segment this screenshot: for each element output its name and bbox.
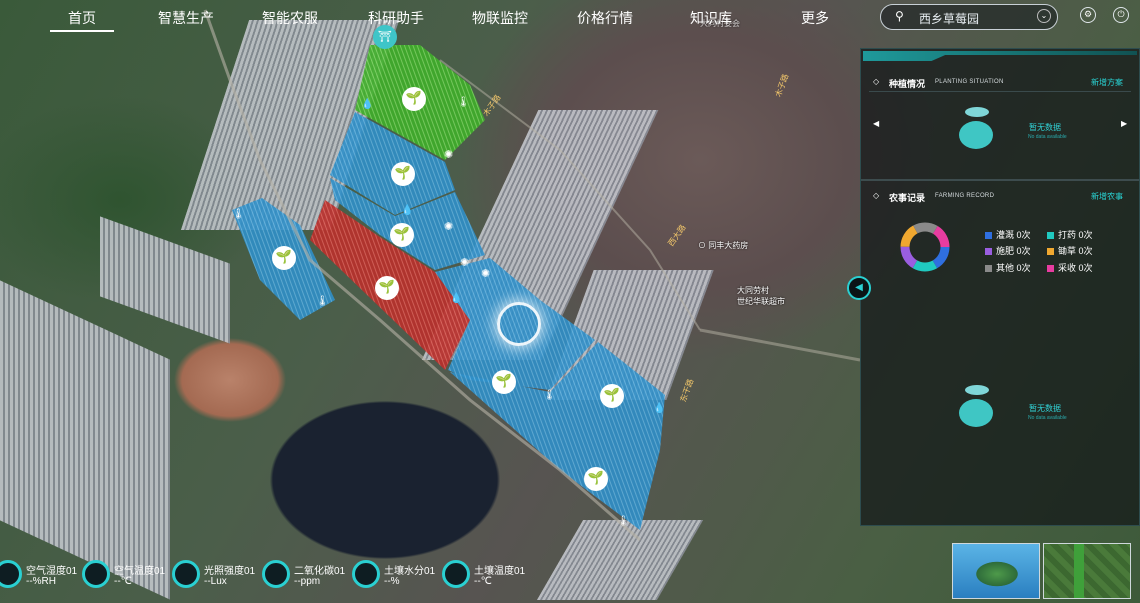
farming-title: 农事记录	[889, 193, 926, 203]
thermometer-icon[interactable]: 🌡	[232, 209, 245, 220]
panel-collapse-button[interactable]: ◀	[847, 276, 871, 300]
sensor-name: 光照强度01	[204, 566, 256, 577]
thermometer-icon[interactable]: 🌡	[316, 296, 329, 307]
nav-iot-monitoring[interactable]: 物联监控	[472, 8, 528, 28]
location-pin-icon: ⚲	[895, 9, 904, 23]
prev-arrow-icon[interactable]: ◀	[873, 119, 879, 128]
water-drop-icon[interactable]: 💧	[653, 403, 665, 414]
sensor-name: 空气湿度01	[26, 566, 78, 577]
nav-home[interactable]: 首页	[50, 8, 114, 32]
sensor-co2[interactable]: 二氧化碳01 --ppm	[262, 558, 352, 598]
plant-marker[interactable]: 🌱	[375, 276, 399, 300]
poi-village-label[interactable]: 大同劳村	[737, 285, 769, 296]
legend-harvest: 采收 0次	[1047, 261, 1093, 274]
top-nav: 首页 智慧生产 智能农服 科研助手 物联监控 价格行情 知识库 更多 ⚲ 西乡草…	[0, 0, 1140, 36]
legend-weeding: 锄草 0次	[1047, 244, 1093, 257]
thermometer-icon[interactable]: 🌡	[617, 516, 630, 527]
water-drop-icon[interactable]: 💧	[361, 99, 373, 110]
legend-other: 其他 0次	[985, 261, 1031, 274]
sensor-name: 空气温度01	[114, 566, 166, 577]
map-mode-3d-thumbnail[interactable]	[952, 543, 1040, 599]
sensor-value: --ppm	[294, 576, 321, 587]
plant-marker[interactable]: 🌱	[390, 223, 414, 247]
settings-icon[interactable]: ⚙	[1080, 7, 1096, 23]
sensor-name: 土壤温度01	[474, 566, 526, 577]
plant-marker[interactable]: 🌱	[272, 246, 296, 270]
water-drop-icon[interactable]: 💧	[450, 293, 462, 304]
farming-nodata-en: No data available	[1028, 415, 1067, 421]
humidity-icon	[0, 560, 22, 588]
thermometer-icon[interactable]: 🌡	[543, 390, 556, 401]
soil-temp-icon	[442, 560, 470, 588]
nav-price-market[interactable]: 价格行情	[577, 8, 633, 28]
sensor-name: 二氧化碳01	[294, 566, 346, 577]
next-arrow-icon[interactable]: ▶	[1121, 119, 1127, 128]
planting-title-en: PLANTING SITUATION	[935, 79, 1004, 85]
sensor-soil-temperature[interactable]: 土壤温度01 --℃	[442, 558, 532, 598]
add-plan-link[interactable]: 新增方案	[1091, 77, 1123, 88]
map-mode-plot-thumbnail[interactable]	[1043, 543, 1131, 599]
planting-title: 种植情况	[889, 79, 926, 89]
sun-icon[interactable]: ✺	[444, 220, 453, 233]
panel-header-bar	[863, 51, 1137, 61]
logout-icon[interactable]: ⏻	[1113, 7, 1129, 23]
legend-irrigation: 灌溉 0次	[985, 228, 1031, 241]
sensor-value: --%	[384, 576, 400, 587]
ufo-illustration	[953, 107, 1001, 151]
poi-market-label[interactable]: 世纪华联超市	[737, 296, 785, 307]
selected-location-marker[interactable]	[497, 302, 541, 346]
plant-marker[interactable]: 🌱	[492, 370, 516, 394]
co2-icon	[262, 560, 290, 588]
section-divider	[861, 179, 1139, 181]
sensor-value: --℃	[114, 576, 132, 587]
farming-nodata: 暂无数据	[1029, 404, 1061, 413]
location-selector[interactable]: ⚲ 西乡草莓园 ⌄	[880, 4, 1058, 30]
sensor-air-humidity[interactable]: 空气湿度01 --%RH	[0, 558, 84, 598]
legend-fertilizing: 施肥 0次	[985, 244, 1031, 257]
sensor-value: --%RH	[26, 576, 56, 587]
sensor-air-temperature[interactable]: 空气温度01 --℃	[82, 558, 172, 598]
diamond-icon: ◇	[873, 77, 880, 86]
ufo-illustration	[953, 385, 1001, 429]
water-drop-icon	[352, 560, 380, 588]
plant-marker[interactable]: 🌱	[600, 384, 624, 408]
sensor-soil-moisture[interactable]: 土壤水分01 --%	[352, 558, 442, 598]
legend-spraying: 打药 0次	[1047, 228, 1093, 241]
info-panel: ◇ 种植情况 PLANTING SITUATION 新增方案 ◀ ▶ 暂无数据 …	[860, 48, 1140, 526]
nav-more[interactable]: 更多	[801, 8, 829, 28]
sensor-light-intensity[interactable]: 光照强度01 --Lux	[172, 558, 262, 598]
chevron-down-icon: ⌄	[1037, 9, 1051, 23]
nav-smart-agri-service[interactable]: 智能农服	[262, 8, 318, 28]
plant-marker[interactable]: 🌱	[402, 87, 426, 111]
poi-pharmacy-label[interactable]: ⊙ 同丰大药房	[698, 240, 748, 251]
plant-marker[interactable]: 🌱	[391, 162, 415, 186]
add-record-link[interactable]: 新增农事	[1091, 191, 1123, 202]
sensor-value: --Lux	[204, 576, 227, 587]
sensor-name: 土壤水分01	[384, 566, 436, 577]
location-value: 西乡草莓园	[919, 12, 980, 26]
sensor-value: --℃	[474, 576, 492, 587]
nav-smart-production[interactable]: 智慧生产	[158, 8, 214, 28]
farming-title-en: FARMING RECORD	[935, 193, 995, 199]
water-drop-icon[interactable]: 💧	[401, 205, 413, 216]
sun-icon[interactable]: ✺	[444, 148, 453, 161]
sun-icon[interactable]: ✺	[460, 256, 469, 269]
planting-nodata-en: No data available	[1028, 134, 1067, 140]
thermometer-icon[interactable]: 🌡	[457, 97, 470, 108]
sun-icon[interactable]: ✺	[481, 267, 490, 280]
nav-research-assistant[interactable]: 科研助手	[368, 8, 424, 28]
farming-donut-chart	[900, 222, 950, 272]
diamond-icon: ◇	[873, 191, 880, 200]
section-divider	[869, 91, 1131, 92]
nav-knowledge-base[interactable]: 知识库	[690, 8, 732, 28]
planting-nodata: 暂无数据	[1029, 123, 1061, 132]
thermometer-icon	[82, 560, 110, 588]
plant-marker[interactable]: 🌱	[584, 467, 608, 491]
sun-icon	[172, 560, 200, 588]
